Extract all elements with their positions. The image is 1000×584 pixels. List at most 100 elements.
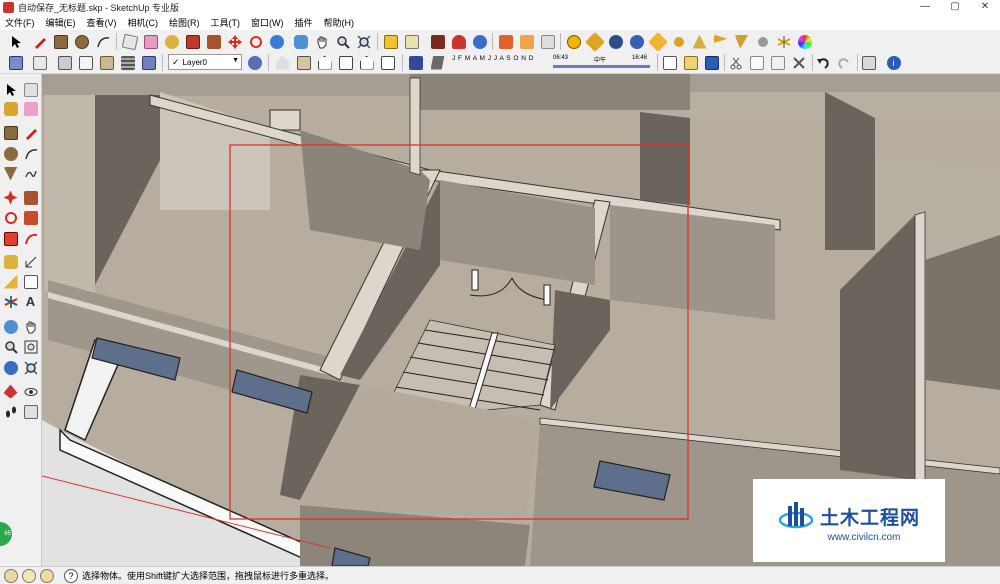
- shadow-tool-button[interactable]: [732, 32, 751, 51]
- palette-scale-button[interactable]: [1, 229, 20, 248]
- palette-freehand-button[interactable]: [21, 164, 40, 183]
- color-wheel-button[interactable]: [795, 32, 814, 51]
- ruby-console-button[interactable]: [606, 32, 625, 51]
- menu-camera[interactable]: 相机(C): [123, 16, 165, 29]
- palette-circle-button[interactable]: [1, 144, 20, 163]
- outliner-button[interactable]: [584, 31, 605, 52]
- palette-eraser-button[interactable]: [21, 99, 40, 118]
- flag-tool-button[interactable]: [711, 32, 730, 51]
- layer-manager-button[interactable]: [245, 53, 264, 72]
- shaded-view-button[interactable]: [97, 53, 116, 72]
- performance-badge[interactable]: 65: [0, 522, 12, 546]
- menu-edit[interactable]: 编辑(E): [41, 16, 82, 29]
- display-shadows-button[interactable]: [428, 53, 447, 72]
- redo-button[interactable]: [834, 53, 853, 72]
- palette-move-button[interactable]: [1, 188, 20, 207]
- palette-polygon-button[interactable]: [1, 164, 20, 183]
- zoom-tool-button[interactable]: [333, 32, 352, 51]
- bottom-view-button[interactable]: [378, 53, 397, 72]
- extension-warehouse-button[interactable]: [428, 32, 447, 51]
- geo-location-icon[interactable]: [4, 568, 18, 583]
- select-tool-button[interactable]: [6, 32, 25, 51]
- shadow-settings-button[interactable]: [406, 53, 425, 72]
- menu-view[interactable]: 查看(V): [82, 16, 123, 29]
- palette-component-button[interactable]: [21, 80, 40, 99]
- model-info-help-button[interactable]: i: [884, 53, 903, 72]
- palette-arc-button[interactable]: [21, 144, 40, 163]
- close-button[interactable]: ✕: [970, 0, 1000, 15]
- palette-zoom-extents-button[interactable]: [21, 358, 40, 377]
- dynamic-components-button[interactable]: [496, 32, 515, 51]
- front-view-button[interactable]: [55, 53, 74, 72]
- zoom-extents-button[interactable]: [354, 32, 373, 51]
- top-view-button[interactable]: [315, 53, 334, 72]
- minimize-button[interactable]: —: [910, 0, 940, 15]
- palette-offset-button[interactable]: [21, 229, 40, 248]
- get-models-button[interactable]: [381, 32, 400, 51]
- orbit-tool-button[interactable]: [291, 32, 310, 51]
- palette-pan-button[interactable]: [21, 317, 40, 336]
- new-file-button[interactable]: [660, 53, 679, 72]
- push-pull-button[interactable]: [204, 32, 223, 51]
- palette-text-button[interactable]: [21, 272, 40, 291]
- circle-tool-button[interactable]: [72, 32, 91, 51]
- fog-button[interactable]: [690, 32, 709, 51]
- position-camera-button[interactable]: [449, 32, 468, 51]
- palette-axes-button[interactable]: [1, 292, 20, 311]
- palette-previous-button[interactable]: [1, 358, 20, 377]
- palette-followme-button[interactable]: [21, 208, 40, 227]
- save-button[interactable]: [702, 53, 721, 72]
- back-view-button[interactable]: [357, 53, 376, 72]
- undo-button[interactable]: [813, 53, 832, 72]
- maximize-button[interactable]: ▢: [940, 0, 970, 15]
- palette-3dtext-button[interactable]: A: [21, 292, 40, 311]
- menu-tools[interactable]: 工具(T): [206, 16, 247, 29]
- component-options-button[interactable]: [538, 32, 557, 51]
- eraser-tool-button[interactable]: [141, 32, 160, 51]
- sphere-tool-button[interactable]: [753, 32, 772, 51]
- menu-plugins[interactable]: 插件: [290, 16, 319, 29]
- palette-zoom-button[interactable]: [1, 337, 20, 356]
- make-component-button[interactable]: [120, 32, 139, 51]
- palette-select-button[interactable]: [1, 80, 20, 99]
- print-button[interactable]: [859, 53, 878, 72]
- rectangle-tool-button[interactable]: [51, 32, 70, 51]
- pan-tool-button[interactable]: [312, 32, 331, 51]
- palette-tape-button[interactable]: [1, 252, 20, 271]
- sandbox-tool-button[interactable]: [470, 32, 489, 51]
- follow-me-button[interactable]: [267, 32, 286, 51]
- copy-button[interactable]: [747, 53, 766, 72]
- palette-rectangle-button[interactable]: [1, 123, 20, 142]
- palette-orbit-button[interactable]: [1, 317, 20, 336]
- palette-walk-button[interactable]: [1, 402, 20, 421]
- layer-dropdown[interactable]: ✓ Layer0 ▼: [168, 54, 242, 70]
- palette-position-camera-button[interactable]: [1, 382, 20, 401]
- arc-tool-button[interactable]: [93, 32, 112, 51]
- palette-zoom-window-button[interactable]: [21, 337, 40, 356]
- palette-protractor-button[interactable]: [1, 272, 20, 291]
- styles-button[interactable]: [627, 32, 646, 51]
- help-question-icon[interactable]: ?: [64, 568, 78, 583]
- menu-draw[interactable]: 绘图(R): [164, 16, 206, 29]
- point-tool-button[interactable]: [669, 32, 688, 51]
- shadow-time-slider[interactable]: [553, 65, 650, 68]
- shadow-month-scale[interactable]: J F M A M J J A S O N D: [452, 55, 534, 62]
- palette-dimension-button[interactable]: [21, 252, 40, 271]
- cut-button[interactable]: [726, 53, 745, 72]
- monochrome-view-button[interactable]: [139, 53, 158, 72]
- menu-file[interactable]: 文件(F): [0, 16, 41, 29]
- palette-pushpull-button[interactable]: [21, 188, 40, 207]
- palette-line-button[interactable]: [21, 123, 40, 142]
- iso-view-button[interactable]: [6, 53, 25, 72]
- palette-section-button[interactable]: [21, 402, 40, 421]
- paint-bucket-button[interactable]: [183, 32, 202, 51]
- xray-view-button[interactable]: [30, 53, 49, 72]
- house-view-button[interactable]: [273, 53, 292, 72]
- menu-window[interactable]: 窗口(W): [246, 16, 290, 29]
- user-account-icon[interactable]: [40, 568, 54, 583]
- palette-rotate-button[interactable]: [1, 208, 20, 227]
- textured-view-button[interactable]: [118, 53, 137, 72]
- move-tool-button[interactable]: [225, 32, 244, 51]
- delete-button[interactable]: [789, 53, 808, 72]
- share-model-button[interactable]: [402, 32, 421, 51]
